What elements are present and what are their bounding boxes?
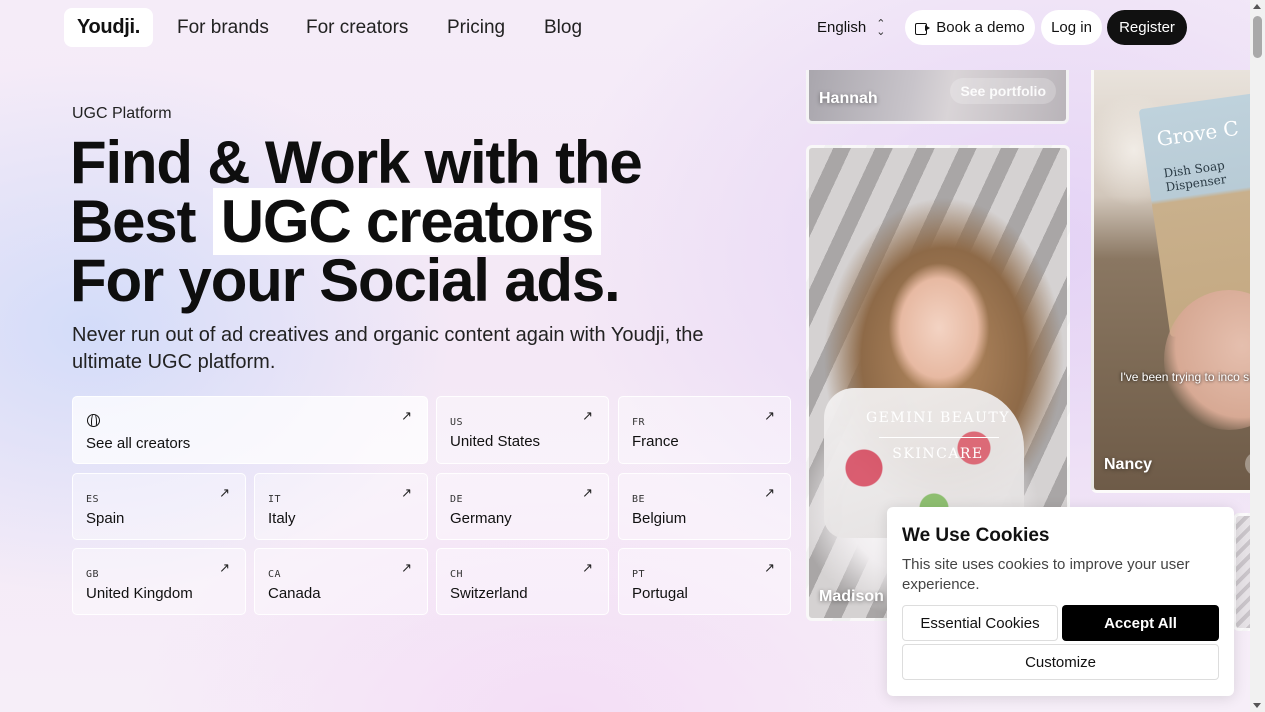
essential-cookies-button[interactable]: Essential Cookies — [902, 605, 1058, 641]
arrow-up-right-icon: ↗ — [582, 560, 593, 575]
arrow-up-right-icon: ↗ — [764, 560, 775, 575]
see-all-creators-card[interactable]: See all creators ↗ — [72, 396, 428, 464]
headline-highlight: UGC creators — [212, 188, 602, 255]
hero-eyebrow: UGC Platform — [72, 105, 172, 122]
nav-for-brands[interactable]: For brands — [177, 17, 269, 39]
arrow-up-right-icon: ↗ — [582, 485, 593, 500]
creator-name: Nancy — [1104, 456, 1153, 473]
nav-pricing[interactable]: Pricing — [447, 17, 505, 39]
country-card-it[interactable]: IT Italy ↗ — [254, 473, 428, 540]
book-demo-label: Book a demo — [936, 19, 1025, 36]
vertical-scrollbar[interactable] — [1250, 0, 1265, 712]
country-card-ch[interactable]: CH Switzerland ↗ — [436, 548, 609, 615]
country-code: ES — [86, 494, 100, 505]
accept-all-button[interactable]: Accept All — [1062, 605, 1219, 641]
country-card-es[interactable]: ES Spain ↗ — [72, 473, 246, 540]
country-code: PT — [632, 569, 646, 580]
customize-button[interactable]: Customize — [902, 644, 1219, 680]
nav-blog[interactable]: Blog — [544, 17, 582, 39]
country-code: CH — [450, 569, 464, 580]
country-card-gb[interactable]: GB United Kingdom ↗ — [72, 548, 246, 615]
country-name: Switzerland — [450, 585, 528, 602]
arrow-up-right-icon: ↗ — [764, 485, 775, 500]
creator-card-hannah[interactable]: Hannah See portfolio — [806, 70, 1069, 124]
video-camera-icon — [915, 22, 931, 35]
country-card-fr[interactable]: FR France ↗ — [618, 396, 791, 464]
country-card-pt[interactable]: PT Portugal ↗ — [618, 548, 791, 615]
login-button[interactable]: Log in — [1041, 10, 1102, 45]
creator-name: Hannah — [819, 90, 878, 107]
country-code: BE — [632, 494, 646, 505]
country-code: FR — [632, 417, 646, 428]
country-code: GB — [86, 569, 100, 580]
scroll-down-icon[interactable] — [1253, 703, 1261, 708]
arrow-up-right-icon: ↗ — [219, 560, 230, 575]
arrow-up-right-icon: ↗ — [401, 560, 412, 575]
arrow-up-right-icon: ↗ — [764, 408, 775, 423]
divider — [879, 437, 999, 438]
scroll-up-icon[interactable] — [1253, 4, 1261, 9]
country-name: United States — [450, 433, 541, 450]
chevron-up-down-icon: ⌃ ⌄ — [876, 17, 886, 38]
creator-name: Madison — [819, 588, 884, 605]
country-card-be[interactable]: BE Belgium ↗ — [618, 473, 791, 540]
country-card-ca[interactable]: CA Canada ↗ — [254, 548, 428, 615]
hero-headline: Find & Work with the Best UGC creators F… — [70, 133, 790, 311]
country-card-us[interactable]: US United States ↗ — [436, 396, 609, 464]
globe-icon — [87, 414, 100, 427]
book-demo-button[interactable]: Book a demo — [905, 10, 1035, 45]
hero-subtitle: Never run out of ad creatives and organi… — [72, 324, 704, 373]
register-button[interactable]: Register — [1107, 10, 1187, 45]
creator-card-nancy[interactable]: Grove C Dish Soap Dispenser I've been tr… — [1091, 70, 1261, 493]
country-name: Spain — [86, 510, 125, 527]
country-code: DE — [450, 494, 464, 505]
country-code: CA — [268, 569, 282, 580]
logo[interactable]: Youdji. — [64, 8, 153, 47]
country-name: Italy — [268, 510, 296, 527]
video-caption: I've been trying to inco susta — [1120, 370, 1261, 384]
arrow-up-right-icon: ↗ — [401, 485, 412, 500]
cookie-banner: We Use Cookies This site uses cookies to… — [887, 507, 1234, 696]
headline-line-1: Find & Work with the — [70, 129, 643, 196]
nav-for-creators[interactable]: For creators — [306, 17, 408, 39]
product-title: Grove C — [1155, 115, 1241, 152]
country-name: Belgium — [632, 510, 687, 527]
product-brand-subtext: SKINCARE — [892, 446, 984, 462]
country-name: Canada — [268, 585, 321, 602]
product-subtitle: Dish Soap Dispenser — [1162, 158, 1228, 195]
country-name: Germany — [450, 510, 512, 527]
see-portfolio-button[interactable]: See portfolio — [950, 78, 1056, 104]
country-card-de[interactable]: DE Germany ↗ — [436, 473, 609, 540]
arrow-up-right-icon: ↗ — [401, 408, 412, 423]
language-selector[interactable]: English ⌃ ⌄ — [817, 17, 886, 38]
arrow-up-right-icon: ↗ — [219, 485, 230, 500]
language-label: English — [817, 19, 867, 36]
country-name: Portugal — [632, 585, 688, 602]
top-navigation: Youdji. For brands For creators Pricing … — [0, 0, 1250, 56]
country-name: France — [632, 433, 679, 450]
headline-line-3: For your Social ads. — [70, 247, 621, 314]
arrow-up-right-icon: ↗ — [582, 408, 593, 423]
country-code: IT — [268, 494, 282, 505]
country-name: United Kingdom — [86, 585, 193, 602]
scrollbar-thumb[interactable] — [1253, 16, 1262, 58]
cookie-text: This site uses cookies to improve your u… — [902, 556, 1190, 593]
cookie-title: We Use Cookies — [902, 525, 1050, 546]
product-brand-text: GEMINI BEAUTY — [866, 410, 1010, 426]
country-code: US — [450, 417, 464, 428]
headline-line-2-prefix: Best — [70, 188, 196, 255]
see-all-creators-label: See all creators — [86, 435, 191, 452]
